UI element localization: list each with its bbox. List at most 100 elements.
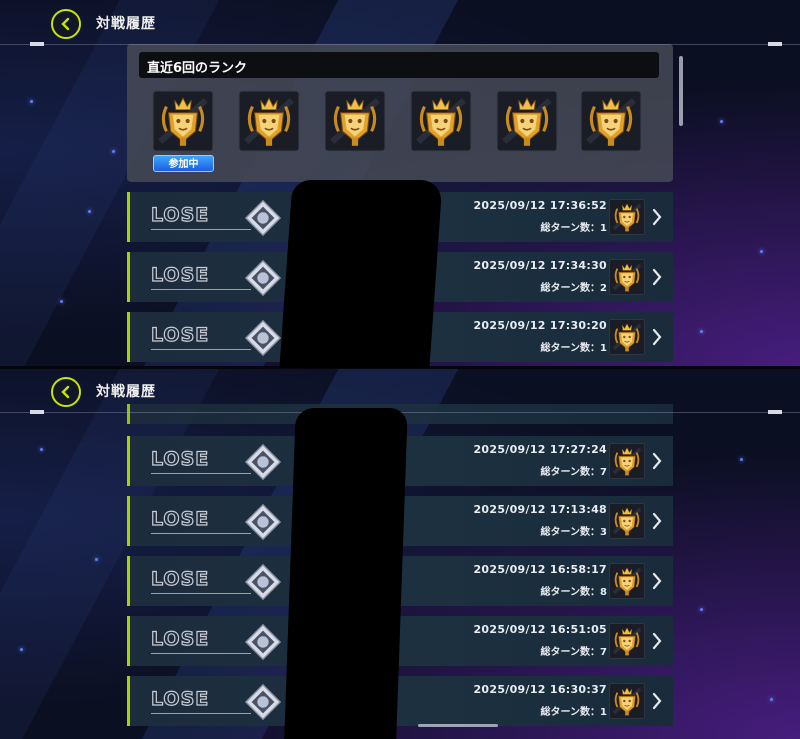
total-turns: 総ターン数：7 bbox=[540, 467, 607, 478]
result-label: LOSE bbox=[150, 687, 210, 710]
rank-medal-icon bbox=[609, 443, 645, 479]
participating-badge: 参加中 bbox=[153, 155, 214, 172]
blue-hex-avatar bbox=[244, 623, 282, 661]
chevron-right-icon[interactable] bbox=[651, 631, 663, 651]
chevron-right-icon[interactable] bbox=[651, 267, 663, 287]
total-turns: 総ターン数：3 bbox=[540, 527, 607, 538]
result-underline bbox=[151, 289, 251, 290]
header-tick bbox=[768, 42, 782, 46]
rank-medal-icon bbox=[609, 199, 645, 235]
purple-dragon-avatar bbox=[244, 199, 282, 237]
match-time: 2025/09/12 16:58:17 bbox=[473, 563, 607, 576]
row-accent bbox=[127, 556, 130, 606]
row-accent bbox=[127, 676, 130, 726]
rank-medal-icon bbox=[609, 259, 645, 295]
page-title: 対戦履歴 bbox=[96, 384, 156, 400]
star-dot bbox=[20, 648, 23, 651]
result-underline bbox=[151, 713, 251, 714]
total-turns: 総ターン数：1 bbox=[540, 707, 607, 718]
star-dot bbox=[95, 558, 98, 561]
result-label: LOSE bbox=[150, 447, 210, 470]
result-underline bbox=[151, 653, 251, 654]
total-turns: 総ターン数：1 bbox=[540, 343, 607, 354]
result-underline bbox=[151, 473, 251, 474]
header-tick bbox=[768, 410, 782, 414]
header-tick bbox=[30, 42, 44, 46]
occlusion-shape bbox=[279, 180, 443, 368]
result-underline bbox=[151, 593, 251, 594]
result-label: LOSE bbox=[150, 507, 210, 530]
rank-medal-icon[interactable] bbox=[324, 90, 386, 152]
star-dot bbox=[60, 300, 63, 303]
match-time: 2025/09/12 17:34:30 bbox=[473, 259, 607, 272]
red-hex-avatar bbox=[244, 503, 282, 541]
header: 対戦履歴 bbox=[0, 0, 800, 46]
scrollbar[interactable] bbox=[418, 724, 498, 727]
header-tick bbox=[30, 410, 44, 414]
rank-medal-icon[interactable] bbox=[152, 90, 214, 152]
rank-medal-icon[interactable] bbox=[496, 90, 558, 152]
result-underline bbox=[151, 349, 251, 350]
occlusion-shape bbox=[284, 408, 408, 739]
rank-medal-icon bbox=[609, 319, 645, 355]
row-accent bbox=[127, 436, 130, 486]
star-dot bbox=[40, 448, 43, 451]
result-label: LOSE bbox=[150, 323, 210, 346]
header: 対戦履歴 bbox=[0, 368, 800, 414]
silver-crest-avatar bbox=[244, 443, 282, 481]
page-title: 対戦履歴 bbox=[96, 16, 156, 32]
result-label: LOSE bbox=[150, 627, 210, 650]
rank-medal-icon bbox=[609, 503, 645, 539]
back-button[interactable] bbox=[51, 377, 81, 407]
scrollbar[interactable] bbox=[679, 56, 683, 126]
star-dot bbox=[720, 120, 723, 123]
rank-medal-icon[interactable] bbox=[580, 90, 642, 152]
row-accent bbox=[127, 496, 130, 546]
silver-crest-avatar bbox=[244, 683, 282, 721]
star-dot bbox=[740, 458, 743, 461]
rank-title-bar: 直近6回のランク bbox=[139, 52, 659, 78]
green-crest-avatar bbox=[244, 563, 282, 601]
match-time: 2025/09/12 17:27:24 bbox=[473, 443, 607, 456]
star-dot bbox=[112, 150, 115, 153]
rank-section-title: 直近6回のランク bbox=[147, 61, 248, 76]
result-label: LOSE bbox=[150, 567, 210, 590]
header-divider bbox=[0, 44, 800, 45]
chevron-left-icon bbox=[61, 17, 70, 31]
row-accent bbox=[127, 616, 130, 666]
total-turns: 総ターン数：1 bbox=[540, 223, 607, 234]
chevron-right-icon[interactable] bbox=[651, 207, 663, 227]
row-accent bbox=[127, 192, 130, 242]
match-time: 2025/09/12 16:51:05 bbox=[473, 623, 607, 636]
rank-medal-icon[interactable] bbox=[410, 90, 472, 152]
row-accent bbox=[127, 252, 130, 302]
chevron-right-icon[interactable] bbox=[651, 327, 663, 347]
match-time: 2025/09/12 17:13:48 bbox=[473, 503, 607, 516]
result-label: LOSE bbox=[150, 203, 210, 226]
chevron-right-icon[interactable] bbox=[651, 571, 663, 591]
rank-medal-icon bbox=[609, 563, 645, 599]
star-dot bbox=[88, 210, 91, 213]
total-turns: 総ターン数：8 bbox=[540, 587, 607, 598]
silver-crest-avatar bbox=[244, 319, 282, 357]
rank-medal-icon bbox=[609, 683, 645, 719]
total-turns: 総ターン数：7 bbox=[540, 647, 607, 658]
chevron-right-icon[interactable] bbox=[651, 451, 663, 471]
chevron-left-icon bbox=[61, 385, 70, 399]
row-accent bbox=[127, 312, 130, 362]
star-dot bbox=[30, 100, 33, 103]
result-label: LOSE bbox=[150, 263, 210, 286]
star-dot bbox=[700, 330, 703, 333]
back-button[interactable] bbox=[51, 9, 81, 39]
chevron-right-icon[interactable] bbox=[651, 511, 663, 531]
match-row[interactable]: LOSE 2025/09/12 16:30:37 総ターン数：1 bbox=[127, 676, 673, 726]
match-time: 2025/09/12 16:30:37 bbox=[473, 683, 607, 696]
red-hood-avatar bbox=[244, 259, 282, 297]
chevron-right-icon[interactable] bbox=[651, 691, 663, 711]
star-dot bbox=[760, 250, 763, 253]
rank-medal-icon bbox=[609, 623, 645, 659]
result-underline bbox=[151, 533, 251, 534]
result-underline bbox=[151, 229, 251, 230]
rank-medal-icon[interactable] bbox=[238, 90, 300, 152]
star-dot bbox=[770, 698, 773, 701]
